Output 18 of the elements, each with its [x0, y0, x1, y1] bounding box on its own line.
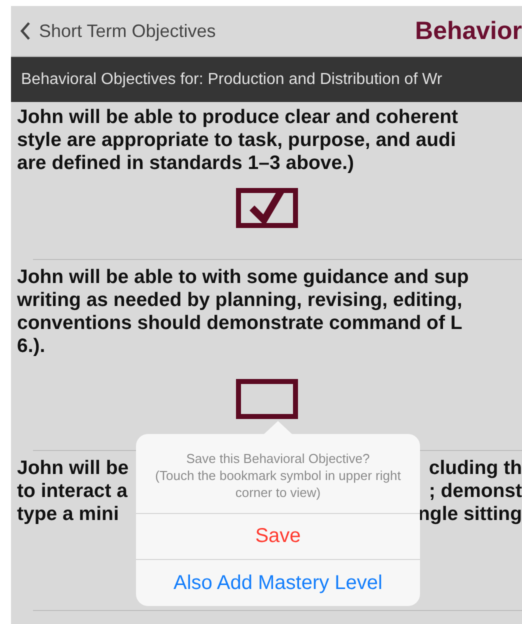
objective-text: John will be able to produce clear and coherent style are appropriate to task, purpose, and audi are defined in standards 1–3 above.) — [17, 106, 460, 175]
chevron-left-icon — [19, 21, 31, 41]
popover-action[interactable]: Save — [136, 514, 420, 560]
popover-hint: (Touch the bookmark symbol in upper right corner to view) — [154, 467, 402, 501]
objective-text-fragment: type a mini — [17, 503, 119, 526]
screen-title: Behavior — [415, 16, 522, 46]
objective-text-fragment: ; demonst — [428, 480, 522, 503]
checkbox[interactable] — [236, 188, 298, 228]
objective-text-fragment: cluding th — [428, 457, 522, 480]
objective-text-fragment: ngle sitting — [418, 503, 522, 526]
popover-action[interactable]: Also Add Mastery Level — [136, 560, 420, 606]
popover-title: Save this Behavioral Objective? — [185, 450, 371, 467]
back-button[interactable]: Short Term Objectives — [11, 20, 216, 42]
section-header: Behavioral Objectives for: Production and Distribution of Wr — [11, 57, 522, 102]
objective-text: John will be able to with some guidance and sup writing as needed by planning, revising, editing, conventions should demonstrate command of L 6.). — [17, 266, 470, 358]
objective-text-fragment: to interact a — [17, 480, 128, 503]
objective-text-fragment: John will be — [17, 457, 129, 480]
checkbox[interactable] — [236, 379, 298, 419]
